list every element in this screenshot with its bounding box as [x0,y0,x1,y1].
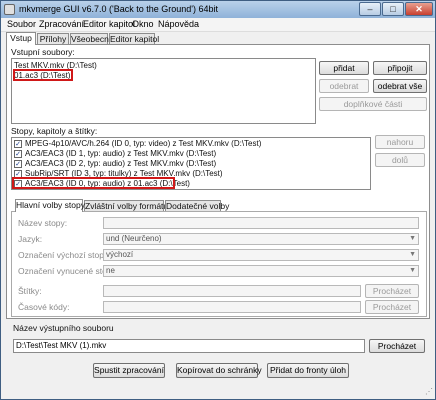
additional-parts-button[interactable]: doplňkové části [319,97,427,111]
start-muxing-button[interactable]: Spustit zpracování [93,363,165,378]
app-icon [4,4,15,15]
tracks-label: Stopy, kapitoly a štítky: [11,126,98,136]
tags-input[interactable] [103,285,361,297]
menu-file[interactable]: Soubor [7,19,36,29]
input-files-list[interactable]: Test MKV.mkv (D:\Test) 01.ac3 (D:\Test) [11,58,316,124]
move-down-button[interactable]: dolů [375,153,425,167]
menu-bar: Soubor Zpracování Editor kapitol Okno Ná… [1,18,435,32]
track-checkbox[interactable]: ✓ [14,150,22,158]
menu-help[interactable]: Nápověda [158,19,199,29]
track-item[interactable]: MPEG-4p10/AVC/h.264 (ID 0, typ: video) z… [25,139,261,148]
language-value: und (Neurčeno) [106,234,162,243]
track-options-panel: Název stopy: Jazyk: und (Neurčeno) ▼ Ozn… [11,211,427,317]
input-files-label: Vstupní soubory: [11,47,75,57]
remove-all-button[interactable]: odebrat vše [373,79,427,93]
highlight-box [12,177,175,189]
window-title: mkvmerge GUI v6.7.0 ('Back to the Ground… [19,4,219,14]
output-filename-input[interactable]: D:\Test\Test MKV (1).mkv [13,339,365,353]
menu-process[interactable]: Zpracování [39,19,84,29]
chevron-down-icon: ▼ [409,267,416,274]
language-select[interactable]: und (Neurčeno) ▼ [103,233,419,245]
tags-browse-button[interactable]: Procházet [365,284,419,298]
copy-to-clipboard-button[interactable]: Kopírovat do schránky [176,363,262,378]
default-track-label: Označení výchozí stopy: [18,250,111,260]
app-window: mkvmerge GUI v6.7.0 ('Back to the Ground… [0,0,436,400]
add-to-job-queue-button[interactable]: Přidat do fronty úloh [267,363,349,378]
tags-label: Štítky: [18,286,42,296]
append-file-button[interactable]: připojit [373,61,427,75]
output-filename-label: Název výstupního souboru [13,323,114,333]
track-checkbox[interactable]: ✓ [14,160,22,168]
title-bar: mkvmerge GUI v6.7.0 ('Back to the Ground… [1,1,435,18]
remove-file-button[interactable]: odebrat [319,79,369,93]
track-checkbox[interactable]: ✓ [14,140,22,148]
chevron-down-icon: ▼ [409,251,416,258]
close-button[interactable]: ✕ [405,2,433,16]
add-file-button[interactable]: přidat [319,61,369,75]
maximize-button[interactable]: □ [382,2,404,16]
output-browse-button[interactable]: Procházet [369,339,425,353]
highlight-box [13,69,73,81]
move-up-button[interactable]: nahoru [375,135,425,149]
timecodes-label: Časové kódy: [18,302,70,312]
track-item[interactable]: AC3/EAC3 (ID 2, typ: audio) z Test MKV.m… [25,159,216,168]
tab-input[interactable]: Vstup [6,32,36,45]
default-track-select[interactable]: výchozí ▼ [103,249,419,261]
menu-chapter-editor[interactable]: Editor kapitol [83,19,135,29]
language-label: Jazyk: [18,234,43,244]
forced-track-value: ne [106,266,115,275]
track-name-label: Název stopy: [18,218,68,228]
chevron-down-icon: ▼ [409,235,416,242]
forced-track-select[interactable]: ne ▼ [103,265,419,277]
minimize-button[interactable]: – [359,2,381,16]
input-tab-panel: Vstupní soubory: Test MKV.mkv (D:\Test) … [6,44,430,319]
timecodes-input[interactable] [103,301,361,313]
tab-main-track-options[interactable]: Hlavní volby stopy [15,199,85,212]
resize-grip-icon[interactable]: ⋰ [425,387,433,396]
menu-window[interactable]: Okno [132,19,154,29]
track-name-input[interactable] [103,217,419,229]
timecodes-browse-button[interactable]: Procházet [365,300,419,314]
default-track-value: výchozí [106,250,134,259]
track-item[interactable]: AC3/EAC3 (ID 1, typ: audio) z Test MKV.m… [25,149,216,158]
